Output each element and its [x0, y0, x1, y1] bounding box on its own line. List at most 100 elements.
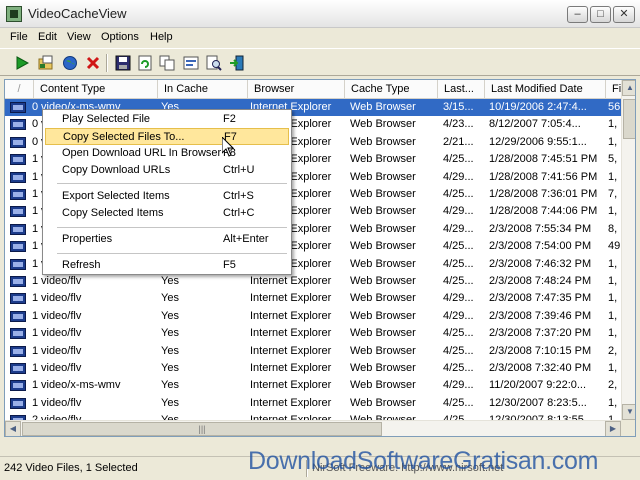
table-row[interactable]: 1 video/x-ms-wmv Yes Internet Explorer Web B… [5, 377, 621, 394]
cell-modified: 2/3/2008 7:46:32 PM [489, 257, 592, 270]
cell-ctype: Web Browser [350, 170, 416, 183]
ctx-refresh[interactable]: Refresh F5 [45, 257, 289, 274]
globe-icon[interactable] [61, 54, 79, 72]
table-row[interactable]: 1video/flvYesInternet ExplorerWeb Browse… [5, 395, 621, 412]
video-file-icon [10, 380, 26, 392]
list-header: / Content Type In Cache Browser Cache Ty… [5, 80, 625, 99]
video-file-icon [10, 310, 26, 322]
ctx-label: Play Selected File [62, 113, 151, 125]
scroll-down-button[interactable]: ▼ [622, 404, 635, 420]
cell-fil: 1, [608, 309, 618, 322]
horizontal-scroll-thumb[interactable]: ||| [22, 422, 382, 436]
cell-fil: 1, [608, 396, 618, 409]
horizontal-scrollbar[interactable]: ◀ ||| ▶ [5, 420, 621, 436]
table-row[interactable]: 1video/flvYesInternet ExplorerWeb Browse… [5, 273, 621, 290]
cell-ctype: Web Browser [350, 135, 416, 148]
export-icon[interactable] [37, 54, 55, 72]
close-button[interactable]: ✕ [613, 6, 635, 23]
cell-modified: 12/29/2006 9:55:1... [489, 135, 587, 148]
cell-last: 3/15... [443, 101, 474, 113]
copy-icon[interactable] [158, 54, 176, 72]
table-row[interactable]: 1video/flvYesInternet ExplorerWeb Browse… [5, 308, 621, 325]
cell-modified: 2/3/2008 7:32:40 PM [489, 362, 592, 374]
properties-icon[interactable] [182, 54, 200, 72]
cell-fil: 49 [608, 240, 621, 253]
cell-cache: Yes [161, 327, 179, 340]
ctx-separator [57, 183, 287, 184]
cell-modified: 2/3/2008 7:48:24 PM [489, 275, 592, 287]
ctx-copy-download-urls[interactable]: Copy Download URLs Ctrl+U [45, 162, 289, 179]
table-row[interactable]: 1video/flvYesInternet ExplorerWeb Browse… [5, 325, 621, 342]
scroll-right-button[interactable]: ▶ [605, 421, 621, 436]
exit-icon[interactable] [228, 54, 246, 72]
cell-modified: 2/3/2008 7:37:20 PM [489, 327, 592, 340]
video-file-icon [10, 154, 26, 166]
scroll-up-button[interactable]: ▲ [622, 80, 635, 96]
play-icon[interactable] [13, 54, 31, 72]
vertical-scrollbar[interactable]: ▲ ▼ [621, 80, 635, 420]
cell-fil: 1, [608, 170, 618, 183]
ctx-label: Refresh [62, 259, 101, 271]
cell-fil: 1, [608, 205, 618, 218]
ctx-open-download-url[interactable]: Open Download URL In Browser F8 [45, 145, 289, 162]
scroll-left-button[interactable]: ◀ [5, 421, 21, 436]
video-file-icon [10, 119, 26, 131]
cell-browser: Internet Explorer [250, 327, 332, 340]
menu-file[interactable]: File [10, 31, 28, 43]
column-header-number[interactable]: / [5, 80, 34, 99]
title-bar[interactable]: VideoCacheView – □ ✕ [0, 0, 640, 28]
ctx-properties[interactable]: Properties Alt+Enter [45, 231, 289, 248]
minimize-button[interactable]: – [567, 6, 588, 23]
cell-fil: 1, [608, 118, 618, 131]
window-title: VideoCacheView [28, 6, 127, 21]
ctx-label: Copy Selected Files To... [63, 131, 185, 143]
find-icon[interactable] [205, 54, 223, 72]
cell-fil: 1, [608, 257, 618, 270]
cell-type: video/flv [41, 292, 82, 305]
column-header-content-type[interactable]: Content Type [34, 80, 158, 99]
video-file-icon [10, 258, 26, 270]
ctx-export-selected-items[interactable]: Export Selected Items Ctrl+S [45, 188, 289, 205]
ctx-shortcut: Ctrl+C [223, 207, 255, 219]
video-file-icon [10, 276, 26, 287]
video-file-icon [10, 345, 26, 357]
cell-fil: 1, [608, 362, 618, 374]
ctx-label: Open Download URL In Browser [62, 147, 222, 159]
cell-last: 4/29... [443, 170, 474, 183]
cell-fil: 2, [608, 344, 618, 357]
maximize-button[interactable]: □ [590, 6, 611, 23]
menu-help[interactable]: Help [150, 31, 173, 43]
cell-fil: 1, [608, 275, 618, 287]
cell-modified: 10/19/2006 2:47:4... [489, 101, 587, 113]
table-row[interactable]: 1video/flvYesInternet ExplorerWeb Browse… [5, 343, 621, 360]
table-row[interactable]: 1video/flvYesInternet ExplorerWeb Browse… [5, 360, 621, 377]
table-row[interactable]: 1video/flvYesInternet ExplorerWeb Browse… [5, 290, 621, 307]
cell-last: 4/29... [443, 379, 474, 392]
cell-type: video/flv [41, 309, 82, 322]
column-header-last-accessed[interactable]: Last... [438, 80, 485, 99]
delete-icon[interactable] [84, 54, 102, 72]
cell-cache: Yes [161, 292, 179, 305]
ctx-separator [57, 253, 287, 254]
column-header-last-modified[interactable]: Last Modified Date [485, 80, 606, 99]
column-header-browser[interactable]: Browser [248, 80, 345, 99]
ctx-copy-selected-items[interactable]: Copy Selected Items Ctrl+C [45, 205, 289, 222]
menu-view[interactable]: View [67, 31, 91, 43]
ctx-copy-selected-files-to[interactable]: Copy Selected Files To... F7 [45, 128, 289, 145]
cell-modified: 11/20/2007 9:22:0... [489, 379, 587, 392]
cell-ctype: Web Browser [350, 205, 416, 218]
menu-edit[interactable]: Edit [38, 31, 57, 43]
cell-last: 4/25... [443, 344, 474, 357]
cell-last: 4/25... [443, 153, 474, 166]
cell-ctype: Web Browser [350, 188, 416, 200]
video-file-icon [10, 171, 26, 183]
save-icon[interactable] [114, 54, 132, 72]
cell-cache: Yes [161, 344, 179, 357]
column-header-in-cache[interactable]: In Cache [158, 80, 248, 99]
column-header-cache-type[interactable]: Cache Type [345, 80, 438, 99]
cell-modified: 2/3/2008 7:55:34 PM [489, 222, 592, 235]
refresh-icon[interactable] [136, 54, 154, 72]
ctx-play-selected-file[interactable]: Play Selected File F2 [45, 111, 289, 128]
vertical-scroll-thumb[interactable] [623, 99, 635, 139]
menu-options[interactable]: Options [101, 31, 139, 43]
